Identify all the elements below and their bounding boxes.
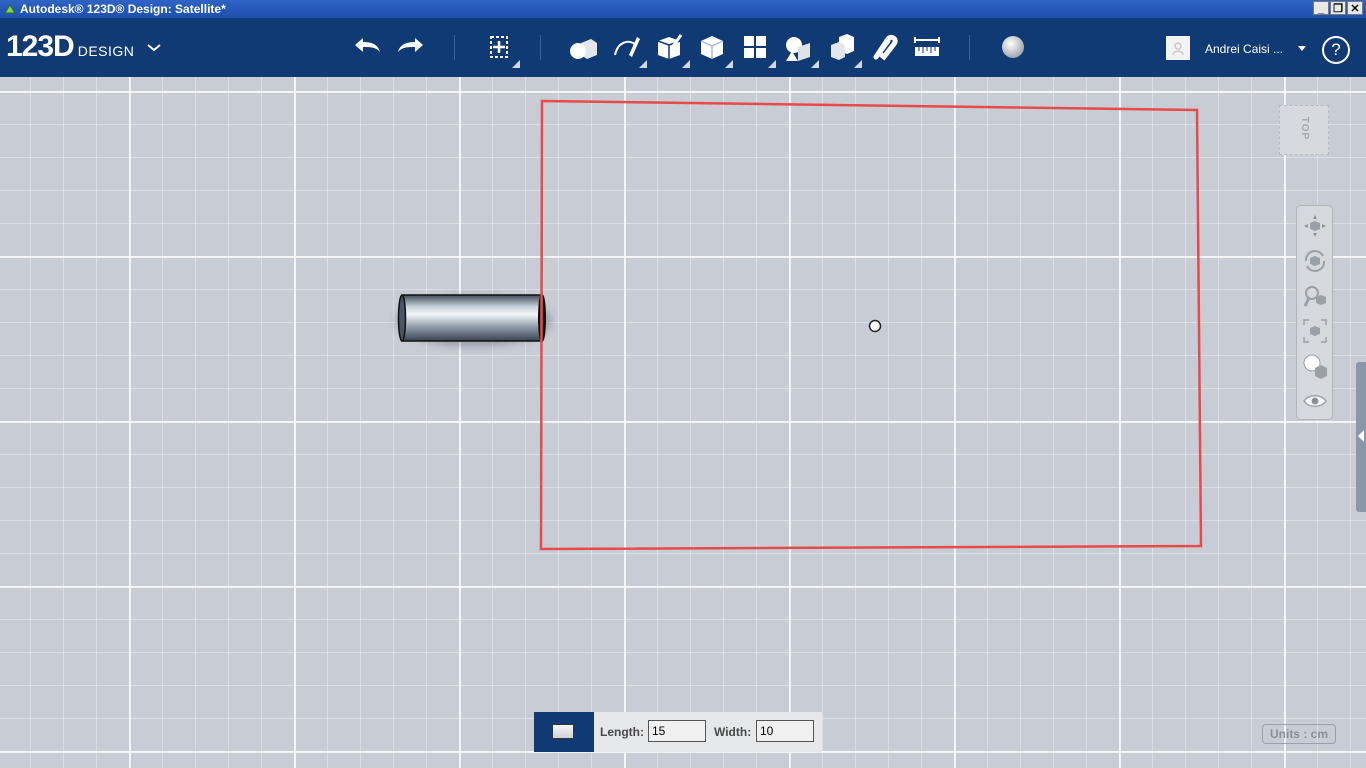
dropdown-indicator <box>682 60 690 68</box>
view-cube-label: TOP <box>1299 116 1311 141</box>
side-panel-toggle[interactable] <box>1356 362 1366 512</box>
length-input[interactable] <box>648 720 706 742</box>
material-icon <box>1002 36 1024 58</box>
orbit-button[interactable] <box>1301 247 1329 275</box>
redo-icon <box>398 38 423 52</box>
fit-button[interactable] <box>1301 317 1329 345</box>
user-name[interactable]: Andrei Caisi ... <box>1205 42 1283 56</box>
primitives-button[interactable] <box>566 30 600 64</box>
navigation-bar <box>1296 205 1333 420</box>
restore-button[interactable]: ❐ <box>1330 1 1346 15</box>
close-button[interactable]: ✕ <box>1347 1 1363 15</box>
orbit-icon <box>1304 250 1326 272</box>
window-title: Autodesk® 123D® Design: Satellite* <box>20 2 226 16</box>
transform-icon <box>490 36 508 58</box>
transform-button[interactable] <box>482 30 520 68</box>
dropdown-indicator <box>639 60 647 68</box>
fit-icon <box>1303 319 1327 343</box>
user-avatar[interactable] <box>1166 36 1190 60</box>
dropdown-indicator <box>854 60 862 68</box>
view-cube[interactable]: TOP <box>1279 105 1329 155</box>
app-menu[interactable]: 123D DESIGN <box>6 30 161 64</box>
snap-icon <box>873 34 898 61</box>
undo-icon <box>355 38 380 52</box>
construct-button[interactable] <box>652 30 690 68</box>
modify-icon <box>700 36 724 59</box>
redo-button[interactable] <box>394 30 428 64</box>
dropdown-indicator <box>768 60 776 68</box>
dropdown-indicator <box>512 60 520 68</box>
width-label: Width: <box>714 725 752 739</box>
visual-style-button[interactable] <box>1301 352 1329 380</box>
width-input[interactable] <box>756 720 814 742</box>
user-icon <box>1172 42 1184 56</box>
pattern-button[interactable] <box>738 30 776 68</box>
minimize-button[interactable]: _ <box>1313 1 1329 15</box>
pan-button[interactable] <box>1301 212 1329 240</box>
material-button[interactable] <box>996 30 1030 64</box>
help-button[interactable]: ? <box>1322 36 1350 64</box>
measure-icon <box>914 37 940 56</box>
dropdown-indicator <box>811 60 819 68</box>
measure-button[interactable] <box>910 30 944 64</box>
sketch-layer <box>396 99 1203 551</box>
combine-icon <box>831 34 854 60</box>
user-menu-caret-icon[interactable] <box>1298 46 1306 51</box>
snap-button[interactable] <box>867 30 901 64</box>
brand-product: DESIGN <box>77 43 135 59</box>
undo-button[interactable] <box>350 30 384 64</box>
dimension-panel: Length: Width: <box>534 712 822 752</box>
dropdown-indicator <box>725 60 733 68</box>
zoom-button[interactable] <box>1301 282 1329 310</box>
sketch-icon <box>614 37 640 57</box>
chevron-down-icon <box>147 44 161 52</box>
toolbar-separator <box>969 35 970 60</box>
main-toolbar: 123D DESIGN Andrei Caisi ... ? <box>0 18 1366 77</box>
view-button[interactable] <box>1301 387 1329 415</box>
modify-button[interactable] <box>695 30 733 68</box>
grouping-button[interactable] <box>781 30 819 68</box>
visual-style-icon <box>1303 354 1327 379</box>
units-indicator[interactable]: Units : cm <box>1262 724 1336 744</box>
toolbar-separator <box>540 35 541 60</box>
construct-icon <box>657 34 683 59</box>
cylinder-object[interactable] <box>397 294 546 342</box>
sketch-center-point[interactable] <box>868 319 882 333</box>
chevron-left-icon <box>1358 430 1364 442</box>
toolbar-separator <box>454 35 455 60</box>
brand-name: 123D <box>6 30 75 63</box>
rectangle-tool-indicator <box>534 712 594 752</box>
eye-icon <box>1303 395 1327 407</box>
sketch-button[interactable] <box>609 30 647 68</box>
app-icon <box>4 4 16 14</box>
combine-button[interactable] <box>824 30 862 68</box>
primitives-icon <box>570 39 597 59</box>
title-bar: Autodesk® 123D® Design: Satellite* _ ❐ ✕ <box>0 0 1366 18</box>
length-label: Length: <box>600 725 644 739</box>
zoom-icon <box>1303 286 1326 307</box>
design-viewport[interactable]: TOP Units : cm Length: Width: <box>0 77 1366 768</box>
pan-icon <box>1304 215 1326 237</box>
rectangle-icon <box>552 724 574 739</box>
grouping-icon <box>786 37 810 61</box>
pattern-icon <box>744 36 766 58</box>
